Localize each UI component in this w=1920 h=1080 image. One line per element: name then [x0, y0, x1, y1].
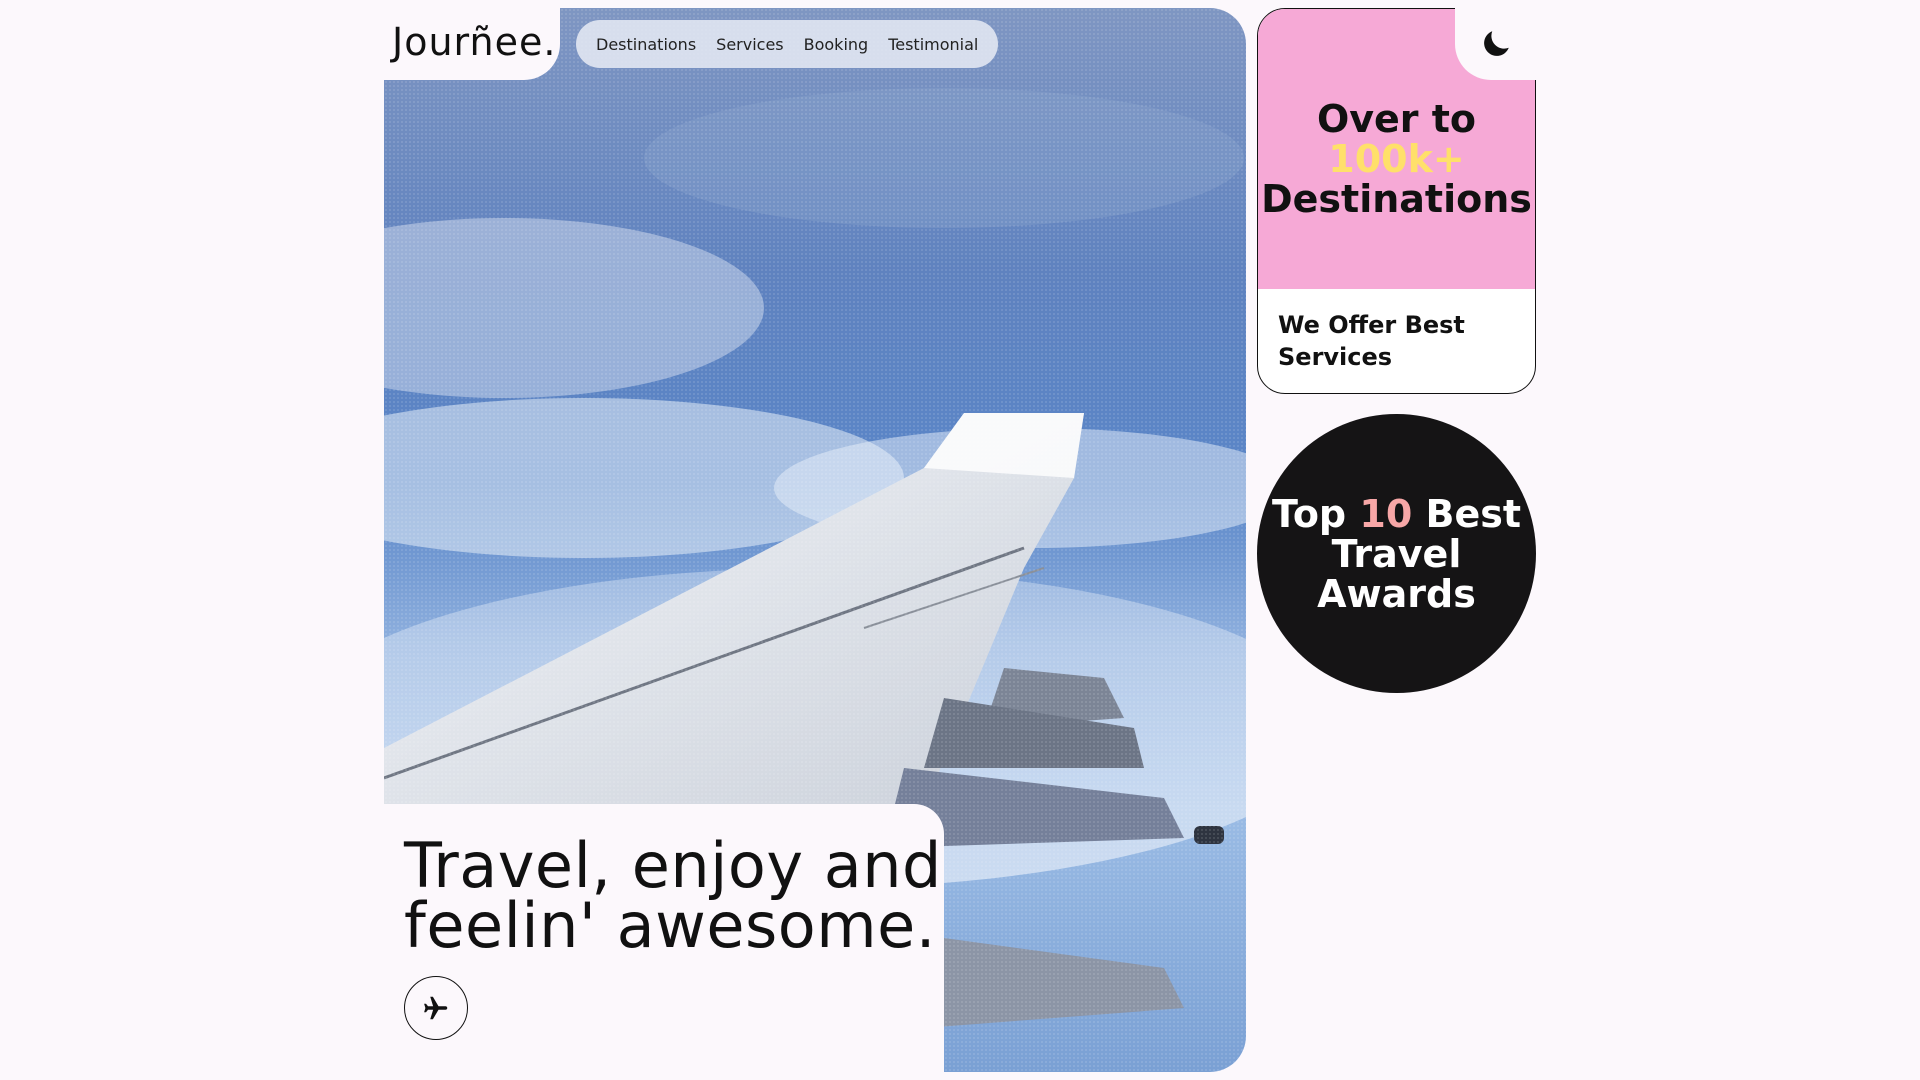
awards-suffix: Best	[1425, 491, 1522, 536]
destinations-card-subtitle: We Offer Best Services	[1278, 311, 1465, 371]
landing-page: Jourñee. Destinations Services Booking T…	[0, 0, 1920, 1080]
awards-line3: Awards	[1317, 571, 1476, 616]
awards-line1: Top 10 Best	[1272, 494, 1521, 534]
nav-services[interactable]: Services	[716, 35, 783, 54]
fly-button[interactable]	[404, 976, 468, 1040]
theme-toggle[interactable]	[1478, 26, 1514, 62]
brand-logo[interactable]: Jourñee.	[392, 20, 556, 64]
awards-prefix: Top	[1271, 491, 1347, 536]
destinations-line1: Over to	[1316, 97, 1477, 141]
awards-highlight: 10	[1359, 491, 1413, 536]
hero-headline: Travel, enjoy and feelin' awesome.	[404, 835, 942, 957]
awards-line2: Travel	[1331, 531, 1462, 576]
airplane-icon	[424, 996, 448, 1020]
awards-card[interactable]: Top 10 Best Travel Awards	[1257, 414, 1536, 693]
main-nav: Destinations Services Booking Testimonia…	[576, 20, 999, 68]
nav-booking[interactable]: Booking	[804, 35, 869, 54]
hero-headline-line2: feelin' awesome.	[404, 889, 936, 962]
destinations-highlight: 100k+	[1328, 137, 1465, 181]
moon-icon	[1484, 31, 1509, 56]
nav-testimonial[interactable]: Testimonial	[888, 35, 978, 54]
nav-destinations[interactable]: Destinations	[596, 35, 696, 54]
destinations-line3: Destinations	[1261, 177, 1532, 221]
